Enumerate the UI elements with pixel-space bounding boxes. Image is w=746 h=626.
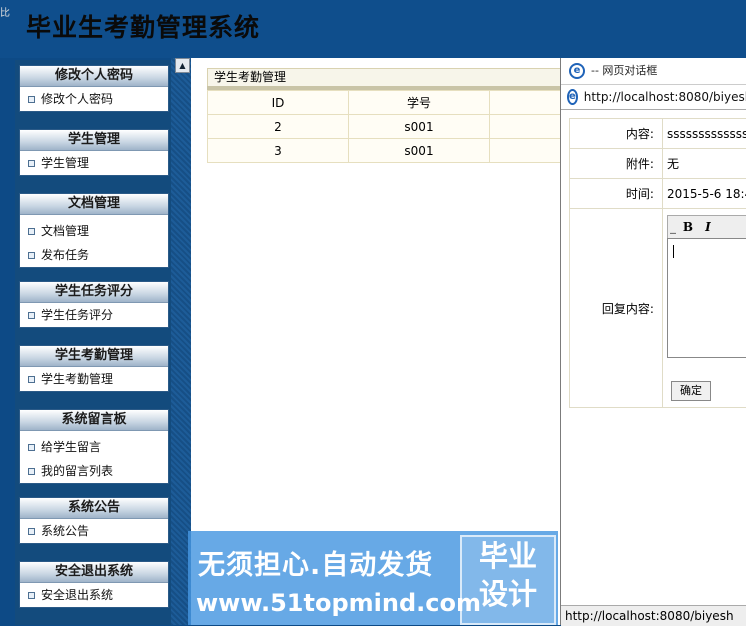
attachment-label: 附件: xyxy=(570,149,663,179)
triangle-up-icon: ▲ xyxy=(179,61,185,70)
text-caret xyxy=(673,245,674,258)
bullet-icon xyxy=(28,160,35,167)
sidebar-item-label: 学生考勤管理 xyxy=(41,367,113,391)
bullet-icon xyxy=(28,96,35,103)
watermark-logo: 毕业 设计 xyxy=(460,535,556,625)
confirm-button[interactable]: 确定 xyxy=(671,381,711,401)
header-corner-text: 比 xyxy=(0,4,10,19)
reply-form: 内容: ssssssssssssssss 附件: 无 时间: 2015-5-6 … xyxy=(569,118,746,408)
table-row: 2 s001 xyxy=(208,115,607,139)
table-header-row: ID 学号 xyxy=(208,91,607,115)
content-value: ssssssssssssssss xyxy=(662,119,746,149)
dialog-address: http://localhost:8080/biyeshe xyxy=(584,85,746,109)
rich-text-editor: _ B I 确定 xyxy=(663,209,746,399)
sidebar-item-label: 给学生留言 xyxy=(41,435,101,459)
section-header: 系统公告 xyxy=(20,498,168,519)
sidebar-item-publish-task[interactable]: 发布任务 xyxy=(20,243,168,267)
attachment-value: 无 xyxy=(662,149,746,179)
dialog-title: -- 网页对话框 xyxy=(591,58,657,84)
web-dialog: e -- 网页对话框 e http://localhost:8080/biyes… xyxy=(560,58,746,625)
sidebar-item-my-messages[interactable]: 我的留言列表 xyxy=(20,459,168,483)
sidebar-item-label: 文档管理 xyxy=(41,219,89,243)
toolbar-grip-icon: _ xyxy=(668,218,678,236)
table-row: 3 s001 xyxy=(208,139,607,163)
cell-id: 2 xyxy=(208,115,349,139)
sidebar-item-label: 发布任务 xyxy=(41,243,89,267)
form-row-content: 内容: ssssssssssssssss xyxy=(570,119,746,149)
form-row-reply: 回复内容: _ B I 确定 xyxy=(570,209,746,408)
watermark-line1: 无须担心.自动发货 xyxy=(198,543,433,582)
sidebar-section-logout: 安全退出系统 安全退出系统 xyxy=(19,561,169,608)
section-header: 学生考勤管理 xyxy=(20,346,168,367)
bold-button[interactable]: B xyxy=(678,218,698,236)
sidebar-item-student-manage[interactable]: 学生管理 xyxy=(20,151,168,175)
app-title: 毕业生考勤管理系统 xyxy=(26,8,260,44)
sidebar-item-label: 我的留言列表 xyxy=(41,459,113,483)
sidebar-item-document-manage[interactable]: 文档管理 xyxy=(20,219,168,243)
watermark-logo-line1: 毕业 xyxy=(462,537,554,575)
reply-cell: _ B I 确定 xyxy=(662,209,746,408)
sidebar-section-message-board: 系统留言板 给学生留言 我的留言列表 xyxy=(19,409,169,484)
sidebar-item-label: 修改个人密码 xyxy=(41,87,113,111)
time-label: 时间: xyxy=(570,179,663,209)
time-value: 2015-5-6 18:48 xyxy=(662,179,746,209)
cell-id: 3 xyxy=(208,139,349,163)
bullet-icon xyxy=(28,312,35,319)
section-header: 学生任务评分 xyxy=(20,282,168,303)
collapse-sidebar-button[interactable]: ▲ xyxy=(175,58,190,73)
section-header: 学生管理 xyxy=(20,130,168,151)
section-header: 系统留言板 xyxy=(20,410,168,431)
section-header: 文档管理 xyxy=(20,194,168,215)
form-row-time: 时间: 2015-5-6 18:48 xyxy=(570,179,746,209)
attendance-table: ID 学号 2 s001 3 s001 xyxy=(207,90,607,163)
content-label: 内容: xyxy=(570,119,663,149)
bullet-icon xyxy=(28,468,35,475)
sidebar-item-label: 系统公告 xyxy=(41,519,89,543)
watermark-url: www.51topmind.com xyxy=(196,589,481,617)
sidebar-item-label: 安全退出系统 xyxy=(41,583,113,607)
sidebar-section-documents: 文档管理 文档管理 发布任务 xyxy=(19,193,169,268)
sidebar-item-label: 学生管理 xyxy=(41,151,89,175)
bullet-icon xyxy=(28,592,35,599)
bullet-icon xyxy=(28,376,35,383)
ie-icon: e xyxy=(567,89,578,105)
sidebar: 修改个人密码 修改个人密码 学生管理 学生管理 文档管理 文档管理 发布任务 学… xyxy=(15,60,171,625)
sidebar-section-password: 修改个人密码 修改个人密码 xyxy=(19,65,169,112)
sidebar-item-label: 学生任务评分 xyxy=(41,303,113,327)
reply-textarea[interactable] xyxy=(667,238,746,358)
italic-button[interactable]: I xyxy=(698,218,718,236)
sidebar-item-logout[interactable]: 安全退出系统 xyxy=(20,583,168,607)
editor-toolbar: _ B I xyxy=(667,215,746,239)
column-header-id: ID xyxy=(208,91,349,115)
section-header: 修改个人密码 xyxy=(20,66,168,87)
bullet-icon xyxy=(28,252,35,259)
cell-student-no: s001 xyxy=(349,139,490,163)
bullet-icon xyxy=(28,528,35,535)
sidebar-item-change-password[interactable]: 修改个人密码 xyxy=(20,87,168,111)
bullet-icon xyxy=(28,444,35,451)
app-header: 比 毕业生考勤管理系统 xyxy=(0,0,746,58)
ie-icon: e xyxy=(569,63,585,79)
sidebar-section-attendance: 学生考勤管理 学生考勤管理 xyxy=(19,345,169,392)
watermark-logo-line2: 设计 xyxy=(462,575,554,613)
sidebar-item-task-score[interactable]: 学生任务评分 xyxy=(20,303,168,327)
section-header: 安全退出系统 xyxy=(20,562,168,583)
sidebar-item-announcements[interactable]: 系统公告 xyxy=(20,519,168,543)
bullet-icon xyxy=(28,228,35,235)
sidebar-item-attendance[interactable]: 学生考勤管理 xyxy=(20,367,168,391)
dialog-status-bar: http://localhost:8080/biyesh xyxy=(561,605,746,626)
reply-label: 回复内容: xyxy=(570,209,663,408)
dialog-body: 内容: ssssssssssssssss 附件: 无 时间: 2015-5-6 … xyxy=(561,110,746,605)
cell-student-no: s001 xyxy=(349,115,490,139)
dialog-titlebar[interactable]: e -- 网页对话框 xyxy=(561,58,746,85)
column-header-student-no: 学号 xyxy=(349,91,490,115)
sidebar-section-students: 学生管理 学生管理 xyxy=(19,129,169,176)
sidebar-item-message-students[interactable]: 给学生留言 xyxy=(20,435,168,459)
sidebar-section-announcements: 系统公告 系统公告 xyxy=(19,497,169,544)
watermark-banner: 无须担心.自动发货 www.51topmind.com 毕业 设计 xyxy=(188,531,558,625)
panel-title: 学生考勤管理 xyxy=(207,68,565,87)
sidebar-section-task-score: 学生任务评分 学生任务评分 xyxy=(19,281,169,328)
dialog-address-bar: e http://localhost:8080/biyeshe xyxy=(561,85,746,110)
form-row-attachment: 附件: 无 xyxy=(570,149,746,179)
